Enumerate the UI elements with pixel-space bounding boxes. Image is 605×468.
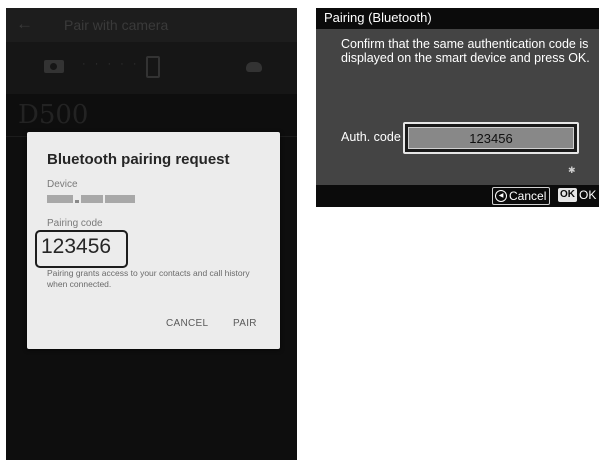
pairing-code: 123456 [41, 235, 112, 258]
pairing-note: Pairing grants access to your contacts a… [47, 268, 250, 289]
connection-dots: · · · · · [82, 58, 140, 70]
ok-button-icon: OK [558, 188, 577, 202]
confirmation-message: Confirm that the same authentication cod… [341, 37, 590, 65]
bluetooth-pairing-dialog: Bluetooth pairing request Device Pairing… [27, 132, 280, 349]
auth-code-box: 123456 [408, 127, 574, 149]
cloud-icon [246, 62, 262, 72]
camera-model-name: D500 [18, 100, 89, 130]
camera-footer: ◀ Cancel OK OK [316, 185, 599, 207]
device-label: Device [47, 179, 78, 190]
smartphone-icon [146, 56, 160, 78]
camera-ok-button[interactable]: OK OK [558, 187, 596, 203]
dialog-title: Bluetooth pairing request [47, 151, 230, 168]
back-arrow-icon[interactable]: ← [16, 14, 33, 34]
device-name-obscured [47, 195, 135, 203]
pairing-code-label: Pairing code [47, 218, 103, 229]
auth-code: 123456 [469, 131, 513, 146]
camera-screen-title: Pairing (Bluetooth) [324, 10, 432, 25]
cancel-label: Cancel [509, 189, 547, 203]
phone-screen: ← Pair with camera · · · · · D500 Blueto… [6, 8, 297, 460]
camera-screen: Pairing (Bluetooth) Confirm that the sam… [316, 8, 599, 207]
multi-selector-icon: ◀ [495, 190, 507, 202]
auth-code-label: Auth. code [341, 130, 401, 144]
auth-code-field: 123456 [403, 122, 579, 154]
ok-label: OK [579, 188, 597, 202]
pair-button[interactable]: PAIR [233, 318, 257, 329]
camera-header: Pairing (Bluetooth) [316, 8, 599, 29]
phone-screen-title: Pair with camera [64, 17, 169, 33]
bluetooth-icon: ✱ [568, 165, 576, 175]
phone-app-bar: ← Pair with camera [6, 8, 297, 42]
cancel-button[interactable]: CANCEL [166, 318, 208, 329]
camera-icon [44, 60, 64, 73]
pairing-status-row: · · · · · [6, 42, 297, 94]
camera-cancel-button[interactable]: ◀ Cancel [492, 187, 551, 205]
pairing-code-highlight: 123456 [35, 230, 128, 268]
